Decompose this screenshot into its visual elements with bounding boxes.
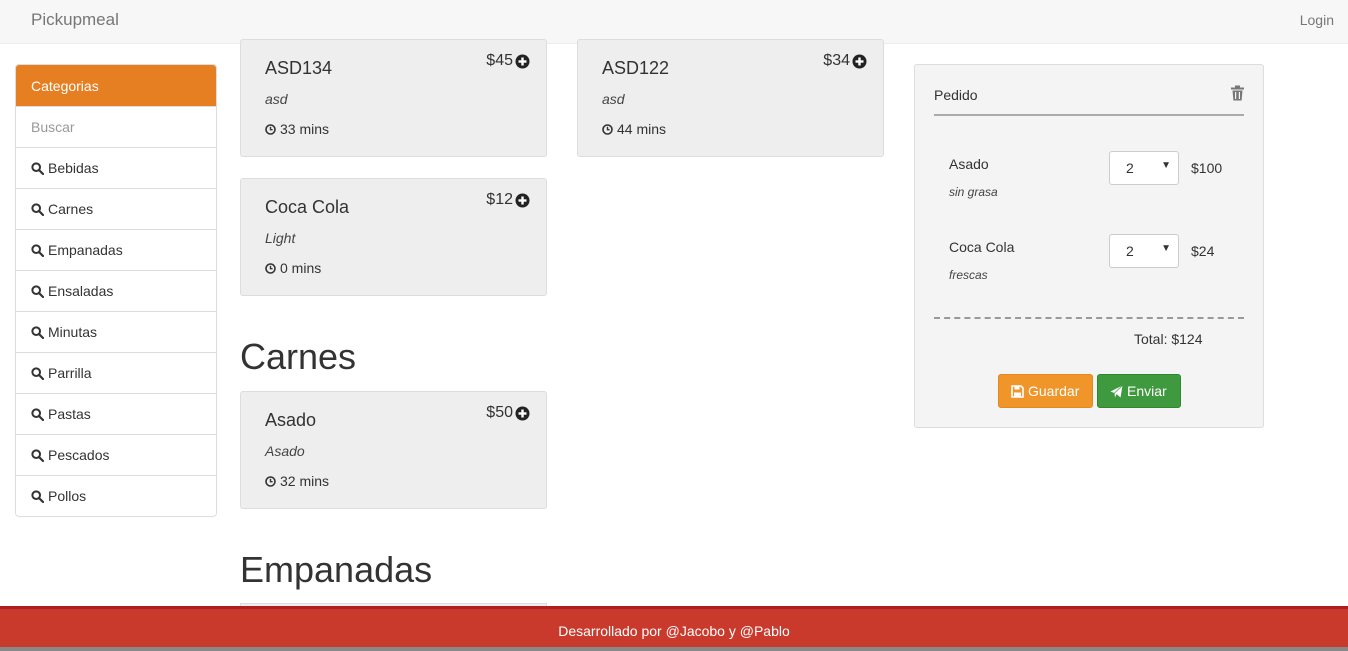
taskbar [0, 647, 1348, 651]
sidebar-item-label: Pastas [48, 406, 91, 422]
food-description: Asado [265, 443, 305, 459]
order-dashed-divider [934, 317, 1244, 319]
brand-logo[interactable]: Pickupmeal [31, 10, 119, 30]
food-price: $34 [823, 52, 867, 70]
food-price: $50 [486, 404, 530, 422]
save-button[interactable]: Guardar [998, 374, 1093, 408]
food-description: asd [265, 91, 288, 107]
food-time: 0 mins [265, 260, 321, 276]
search-icon [31, 366, 44, 380]
sidebar-item-pastas[interactable]: Pastas [16, 393, 216, 434]
sidebar-item-label: Empanadas [48, 242, 123, 258]
search-icon [31, 202, 44, 216]
clock-icon [602, 123, 613, 135]
sidebar-item-label: Pollos [48, 488, 87, 504]
send-button-label: Enviar [1127, 383, 1167, 399]
sidebar-search [16, 106, 216, 147]
quantity-value: 2 [1126, 160, 1134, 176]
food-time-label: 32 mins [280, 473, 330, 489]
sidebar-item-parrilla[interactable]: Parrilla [16, 352, 216, 393]
order-item-name: Coca Cola [949, 239, 1015, 255]
login-link[interactable]: Login [1300, 12, 1334, 28]
sidebar-item-label: Pescados [48, 447, 110, 463]
clock-icon [265, 262, 276, 274]
category-sidebar: Categorias Bebidas Carnes Empanadas Ensa… [15, 64, 217, 517]
sidebar-item-carnes[interactable]: Carnes [16, 188, 216, 229]
food-description: Light [265, 230, 296, 246]
section-title-empanadas: Empanadas [240, 549, 433, 590]
search-input[interactable] [16, 107, 216, 147]
send-button[interactable]: Enviar [1097, 374, 1181, 408]
search-icon [31, 161, 44, 175]
food-description: asd [602, 91, 625, 107]
quantity-value: 2 [1126, 243, 1134, 259]
sidebar-header: Categorias [16, 65, 216, 106]
food-name: ASD134 [265, 58, 333, 78]
sidebar-item-bebidas[interactable]: Bebidas [16, 147, 216, 188]
food-time: 32 mins [265, 473, 329, 489]
food-price-label: $50 [486, 404, 513, 421]
food-price-label: $34 [823, 52, 850, 69]
food-card: Asado Asado 32 mins $50 [240, 391, 547, 509]
paper-plane-icon [1110, 384, 1123, 397]
food-time-label: 33 mins [280, 121, 330, 137]
food-name: Asado [265, 410, 317, 430]
sidebar-item-pollos[interactable]: Pollos [16, 475, 216, 516]
search-icon [31, 243, 44, 257]
food-time: 44 mins [602, 121, 666, 137]
order-divider [934, 114, 1244, 116]
sidebar-item-label: Ensaladas [48, 283, 114, 299]
order-item-note: sin grasa [949, 185, 998, 199]
sidebar-item-empanadas[interactable]: Empanadas [16, 229, 216, 270]
add-to-order-icon[interactable] [515, 406, 530, 421]
food-card: ASD122 asd 44 mins $34 [577, 39, 884, 157]
sidebar-item-pescados[interactable]: Pescados [16, 434, 216, 475]
search-icon [31, 448, 44, 462]
footer: Desarrollado por @Jacobo y @Pablo [0, 606, 1348, 647]
add-to-order-icon[interactable] [515, 54, 530, 69]
add-to-order-icon[interactable] [515, 193, 530, 208]
sidebar-item-label: Minutas [48, 324, 98, 340]
add-to-order-icon[interactable] [852, 54, 867, 69]
food-card: ASD134 asd 33 mins $45 [240, 39, 547, 157]
search-icon [31, 284, 44, 298]
food-time-label: 44 mins [617, 121, 667, 137]
order-panel: Pedido Asado sin grasa 2 ▼ $100 Coca Col… [914, 64, 1264, 428]
order-title: Pedido [934, 87, 978, 103]
order-item-note: frescas [949, 268, 988, 282]
food-name: ASD122 [602, 58, 670, 78]
search-icon [31, 325, 44, 339]
footer-credits: Desarrollado por @Jacobo y @Pablo [558, 623, 790, 639]
section-title-carnes: Carnes [240, 336, 357, 377]
save-button-label: Guardar [1028, 383, 1080, 399]
chevron-down-icon: ▼ [1161, 160, 1171, 171]
sidebar-item-ensaladas[interactable]: Ensaladas [16, 270, 216, 311]
quantity-select[interactable]: 2 ▼ [1109, 151, 1179, 185]
clock-icon [265, 475, 276, 487]
food-card: Coca Cola Light 0 mins $12 [240, 178, 547, 296]
food-price-label: $12 [486, 191, 513, 208]
sidebar-item-label: Bebidas [48, 160, 99, 176]
order-total: Total: $124 [1134, 331, 1203, 347]
order-item-price: $24 [1191, 243, 1215, 259]
trash-icon[interactable] [1230, 85, 1245, 101]
food-price: $12 [486, 191, 530, 209]
food-price-label: $45 [486, 52, 513, 69]
chevron-down-icon: ▼ [1161, 243, 1171, 254]
clock-icon [265, 123, 276, 135]
floppy-disk-icon [1011, 384, 1024, 398]
food-price: $45 [486, 52, 530, 70]
sidebar-item-label: Parrilla [48, 365, 92, 381]
food-time: 33 mins [265, 121, 329, 137]
order-item-name: Asado [949, 156, 989, 172]
navbar: Pickupmeal Login [0, 0, 1348, 44]
food-time-label: 0 mins [280, 260, 322, 276]
food-name: Coca Cola [265, 197, 350, 217]
sidebar-item-label: Carnes [48, 201, 94, 217]
quantity-select[interactable]: 2 ▼ [1109, 234, 1179, 268]
order-item-price: $100 [1191, 160, 1223, 176]
search-icon [31, 407, 44, 421]
sidebar-item-minutas[interactable]: Minutas [16, 311, 216, 352]
search-icon [31, 489, 44, 503]
